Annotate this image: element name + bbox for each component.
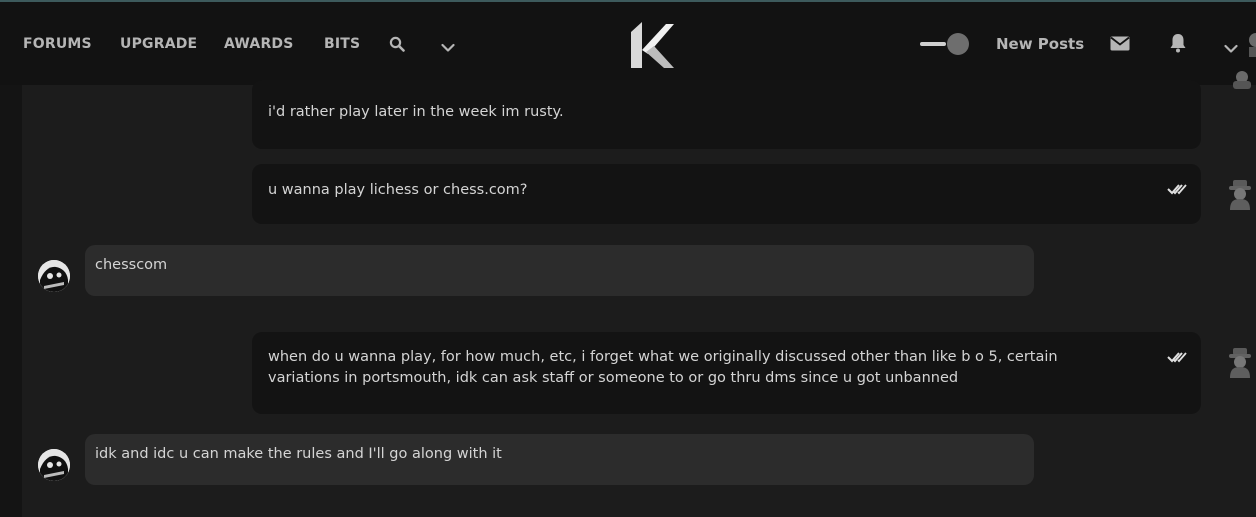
message-text: i'd rather play later in the week im rus…	[268, 104, 564, 120]
toggle-track	[920, 42, 946, 46]
search-icon[interactable]	[389, 36, 405, 56]
nav-bits[interactable]: BITS	[324, 36, 360, 52]
envelope-icon[interactable]	[1110, 36, 1130, 55]
message-text: u wanna play lichess or chess.com?	[268, 182, 528, 198]
nav-forums[interactable]: FORUMS	[23, 36, 92, 52]
bell-icon[interactable]	[1169, 33, 1187, 57]
double-check-icon	[1167, 349, 1187, 370]
user-avatar	[1226, 347, 1254, 379]
new-posts-link[interactable]: New Posts	[996, 35, 1084, 53]
nav-upgrade[interactable]: UPGRADE	[120, 36, 197, 52]
message-bubble-own: u wanna play lichess or chess.com?	[252, 164, 1201, 224]
user-avatar	[1226, 179, 1254, 211]
message-bubble-own: i'd rather play later in the week im rus…	[252, 80, 1201, 149]
contact-avatar	[38, 260, 70, 292]
k-logo[interactable]	[628, 20, 676, 70]
message-text: idk and idc u can make the rules and I'l…	[95, 446, 502, 462]
chevron-down-icon[interactable]	[1224, 39, 1238, 58]
nav-awards[interactable]: AWARDS	[224, 36, 294, 52]
contact-avatar	[38, 449, 70, 481]
user-avatar	[1228, 71, 1256, 103]
message-bubble-other: chesscom	[85, 245, 1034, 296]
user-avatar-icon[interactable]	[1246, 30, 1256, 62]
navbar: FORUMS UPGRADE AWARDS BITS New Posts	[0, 2, 1256, 85]
message-bubble-other: idk and idc u can make the rules and I'l…	[85, 434, 1034, 485]
double-check-icon	[1167, 181, 1187, 202]
chevron-down-icon[interactable]	[441, 38, 455, 57]
conversation-thread: i'd rather play later in the week im rus…	[22, 71, 1256, 517]
message-bubble-own: when do u wanna play, for how much, etc,…	[252, 332, 1201, 414]
message-text: when do u wanna play, for how much, etc,…	[268, 349, 1058, 386]
toggle-knob	[947, 33, 969, 55]
theme-toggle[interactable]	[920, 32, 970, 56]
message-text: chesscom	[95, 257, 168, 273]
